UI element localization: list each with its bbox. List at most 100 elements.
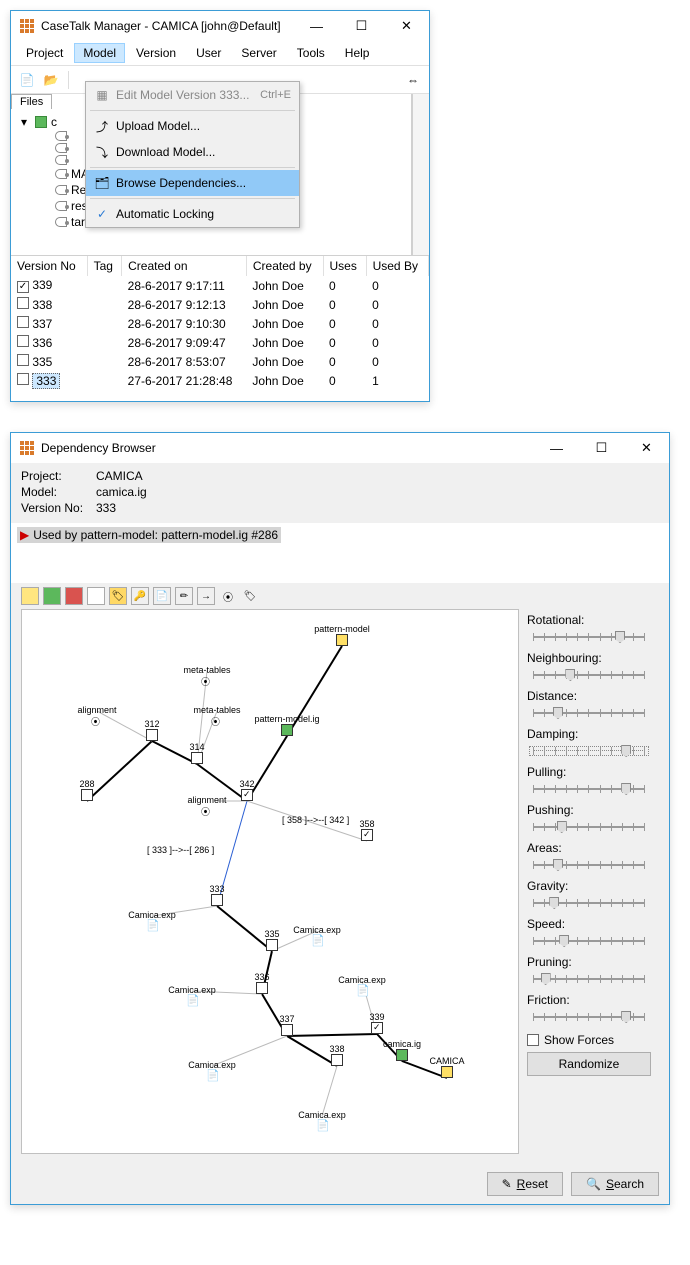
- slider-friction[interactable]: [527, 1007, 651, 1027]
- graph-node[interactable]: [211, 894, 223, 906]
- menu-server[interactable]: Server: [232, 43, 285, 63]
- checkbox[interactable]: [17, 373, 29, 385]
- graph-node[interactable]: [396, 1049, 408, 1061]
- slider-label: Pruning:: [527, 955, 651, 969]
- graph-node[interactable]: [441, 1066, 453, 1078]
- reset-label: eset: [525, 1177, 548, 1191]
- slider-pushing[interactable]: [527, 817, 651, 837]
- menu-model[interactable]: Model: [74, 43, 125, 63]
- graph-node[interactable]: [146, 729, 158, 741]
- graph-node[interactable]: [371, 1022, 383, 1034]
- graph-node-label: 342: [239, 779, 254, 789]
- menu-automatic-locking[interactable]: ✓ Automatic Locking: [86, 201, 299, 227]
- nav-button[interactable]: →: [197, 587, 215, 605]
- table-row[interactable]: 33928-6-2017 9:17:11John Doe00: [11, 276, 429, 295]
- window-title: CaseTalk Manager - CAMICA [john@Default]: [41, 19, 294, 33]
- table-row[interactable]: 33628-6-2017 9:09:47John Doe00: [11, 333, 429, 352]
- slider-label: Friction:: [527, 993, 651, 1007]
- checkbox[interactable]: [17, 335, 29, 347]
- open-icon[interactable]: 📂: [41, 70, 61, 90]
- graph-label: meta-tables: [193, 705, 240, 715]
- maximize-button[interactable]: ☐: [339, 12, 384, 41]
- graph-node[interactable]: [191, 752, 203, 764]
- menu-help[interactable]: Help: [336, 43, 379, 63]
- table-row[interactable]: 33828-6-2017 9:12:13John Doe00: [11, 295, 429, 314]
- menu-download-model[interactable]: ⤵ Download Model...: [86, 139, 299, 165]
- link-button[interactable]: ⦿: [219, 587, 237, 605]
- table-row[interactable]: 33327-6-2017 21:28:48John Doe01: [11, 371, 429, 391]
- menu-tools[interactable]: Tools: [288, 43, 334, 63]
- dependency-info: Project:CAMICA Model:camica.ig Version N…: [11, 463, 669, 523]
- close-button[interactable]: ✕: [624, 434, 669, 463]
- graph-node[interactable]: [241, 789, 253, 801]
- randomize-button[interactable]: Randomize: [527, 1052, 651, 1076]
- graph-node[interactable]: [81, 789, 93, 801]
- graph-canvas[interactable]: pattern-modelmeta-tables⦿meta-tables⦿ali…: [21, 609, 519, 1154]
- checkbox[interactable]: [17, 297, 29, 309]
- titlebar: CaseTalk Manager - CAMICA [john@Default]…: [11, 11, 429, 41]
- menu-label: Upload Model...: [116, 119, 200, 133]
- align-icon[interactable]: ⇔: [403, 70, 423, 90]
- tag-button[interactable]: 🏷: [109, 587, 127, 605]
- table-row[interactable]: 33528-6-2017 8:53:07John Doe00: [11, 352, 429, 371]
- slider-label: Damping:: [527, 727, 651, 741]
- slider-rotational[interactable]: [527, 627, 651, 647]
- label-button[interactable]: 🏷: [241, 587, 259, 605]
- slider-areas[interactable]: [527, 855, 651, 875]
- usage-row[interactable]: ▶ Used by pattern-model: pattern-model.i…: [17, 527, 281, 543]
- slider-speed[interactable]: [527, 931, 651, 951]
- slider-distance[interactable]: [527, 703, 651, 723]
- graph-node[interactable]: [281, 1024, 293, 1036]
- menu-edit-model: ▦ Edit Model Version 333... Ctrl+E: [86, 82, 299, 108]
- minimize-button[interactable]: —: [294, 12, 339, 41]
- menu-project[interactable]: Project: [17, 43, 72, 63]
- checkbox[interactable]: [17, 354, 29, 366]
- graph-node[interactable]: [281, 724, 293, 736]
- filter-white-button[interactable]: [87, 587, 105, 605]
- slider-damping[interactable]: [527, 741, 651, 761]
- table-row[interactable]: 33728-6-2017 9:10:30John Doe00: [11, 314, 429, 333]
- filter-green-button[interactable]: [43, 587, 61, 605]
- slider-pulling[interactable]: [527, 779, 651, 799]
- maximize-button[interactable]: ☐: [579, 434, 624, 463]
- column-header[interactable]: Version No: [11, 256, 87, 276]
- filter-red-button[interactable]: [65, 587, 83, 605]
- project-label: Project:: [21, 469, 96, 483]
- filter-yellow-button[interactable]: [21, 587, 39, 605]
- graph-node[interactable]: [256, 982, 268, 994]
- minimize-button[interactable]: —: [534, 434, 579, 463]
- scrollbar[interactable]: [412, 94, 429, 255]
- document-icon: 📄: [316, 1119, 330, 1132]
- new-icon[interactable]: 📄: [17, 70, 37, 90]
- usage-text: Used by pattern-model: pattern-model.ig …: [33, 528, 278, 542]
- slider-gravity[interactable]: [527, 893, 651, 913]
- column-header[interactable]: Created by: [246, 256, 323, 276]
- close-button[interactable]: ✕: [384, 12, 429, 41]
- menu-upload-model[interactable]: ⤴ Upload Model...: [86, 113, 299, 139]
- key-button[interactable]: 🔑: [131, 587, 149, 605]
- checkbox[interactable]: [17, 281, 29, 293]
- menu-version[interactable]: Version: [127, 43, 185, 63]
- menu-user[interactable]: User: [187, 43, 230, 63]
- erase-button[interactable]: ✏: [175, 587, 193, 605]
- files-tab[interactable]: Files: [11, 94, 52, 109]
- graph-node[interactable]: [266, 939, 278, 951]
- graph-node[interactable]: [336, 634, 348, 646]
- app-icon: [19, 440, 35, 456]
- graph-node[interactable]: [361, 829, 373, 841]
- checkbox[interactable]: [17, 316, 29, 328]
- slider-pruning[interactable]: [527, 969, 651, 989]
- doc-button[interactable]: 📄: [153, 587, 171, 605]
- search-button[interactable]: 🔍 Search: [571, 1172, 659, 1196]
- column-header[interactable]: Tag: [87, 256, 122, 276]
- column-header[interactable]: Created on: [122, 256, 247, 276]
- graph-node[interactable]: [331, 1054, 343, 1066]
- model-dropdown: ▦ Edit Model Version 333... Ctrl+E ⤴ Upl…: [85, 81, 300, 228]
- menu-label: Edit Model Version 333...: [116, 88, 249, 102]
- reset-button[interactable]: ✎ Reset: [487, 1172, 563, 1196]
- show-forces-checkbox[interactable]: Show Forces: [527, 1033, 651, 1047]
- column-header[interactable]: Uses: [323, 256, 366, 276]
- menu-browse-dependencies[interactable]: 🗂 Browse Dependencies...: [86, 170, 299, 196]
- slider-neighbouring[interactable]: [527, 665, 651, 685]
- column-header[interactable]: Used By: [366, 256, 428, 276]
